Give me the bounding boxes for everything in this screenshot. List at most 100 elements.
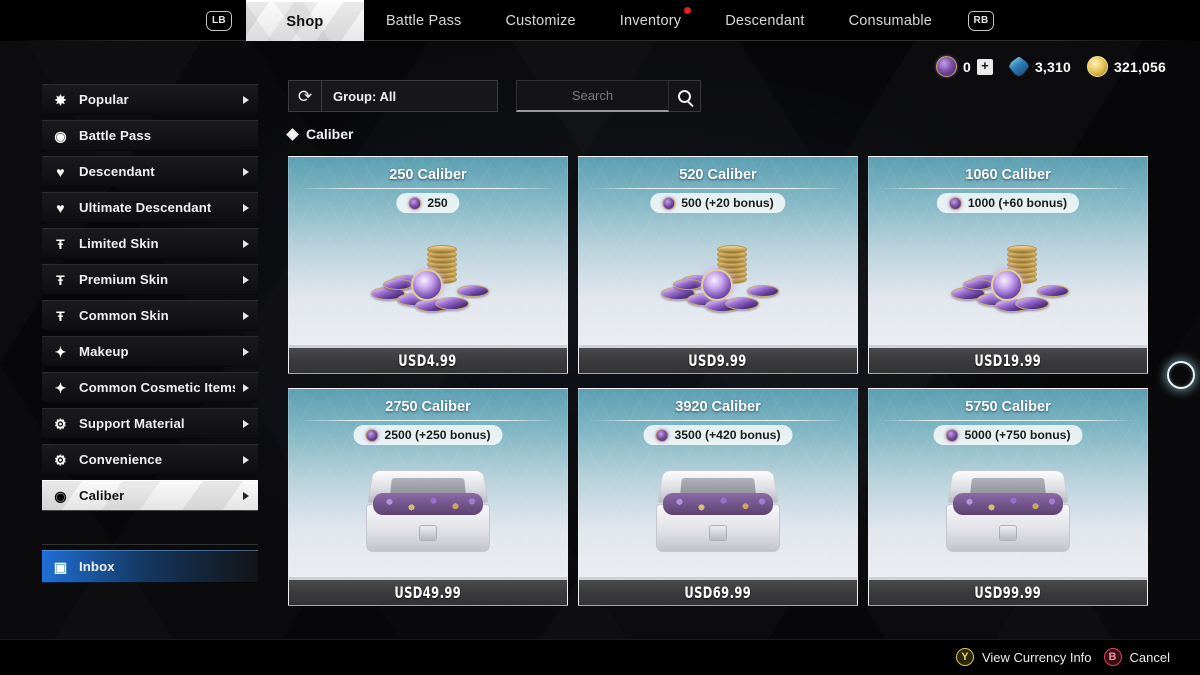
- section-title: Caliber: [306, 126, 354, 142]
- coin-pile-art: [643, 235, 793, 321]
- shirt-icon: Ŧ: [56, 307, 65, 324]
- sidebar-item-inbox[interactable]: ▣ Inbox: [42, 550, 258, 583]
- magic-wand-icon: ✦: [54, 379, 67, 396]
- product-title: 2750 Caliber: [385, 399, 471, 415]
- chevron-right-icon: [243, 491, 249, 500]
- add-currency-button[interactable]: +: [976, 58, 993, 75]
- product-amount-label: 5000 (+750 bonus): [964, 428, 1071, 442]
- shirt-icon: Ŧ: [56, 235, 65, 252]
- refresh-button[interactable]: ⟳: [288, 80, 322, 112]
- product-price-bar[interactable]: USD19.99: [869, 345, 1147, 373]
- product-price: USD4.99: [398, 351, 458, 370]
- chest-coin-fill-icon: [953, 493, 1063, 515]
- nav-tab-inventory[interactable]: Inventory: [598, 0, 703, 41]
- sidebar-item-label: Ultimate Descendant: [79, 200, 212, 215]
- product-price-bar[interactable]: USD99.99: [869, 577, 1147, 605]
- product-amount-label: 250: [427, 196, 448, 210]
- sidebar-item-convenience[interactable]: ⚙ Convenience: [42, 444, 258, 475]
- product-card[interactable]: 5750 Caliber 5000 (+750 bonus) USD99.99: [868, 388, 1148, 606]
- title-divider: [593, 420, 843, 421]
- sidebar-item-makeup[interactable]: ✦ Makeup: [42, 336, 258, 367]
- sidebar-item-popular[interactable]: ✸ Popular: [42, 84, 258, 115]
- sidebar-item-ultimate-descendant[interactable]: ♥ Ultimate Descendant: [42, 192, 258, 223]
- search-input[interactable]: Search: [516, 80, 669, 112]
- cursor-reticle-icon[interactable]: [1167, 361, 1195, 389]
- nav-tab-descendant[interactable]: Descendant: [703, 0, 826, 41]
- product-price-bar[interactable]: USD4.99: [289, 345, 567, 373]
- sidebar-item-label: Convenience: [79, 452, 163, 467]
- sidebar-item-premium-skin[interactable]: Ŧ Premium Skin: [42, 264, 258, 295]
- product-price: USD9.99: [688, 351, 748, 370]
- nav-tab-label: Battle Pass: [385, 12, 462, 29]
- product-amount-badge: 2500 (+250 bonus): [353, 425, 503, 445]
- title-divider: [883, 420, 1133, 421]
- treasure-chest-art: [366, 468, 490, 552]
- star-burst-icon: ✸: [54, 91, 67, 108]
- nav-tab-label: Inventory: [619, 12, 682, 29]
- product-amount-label: 500 (+20 bonus): [681, 196, 774, 210]
- product-card[interactable]: 250 Caliber 250 USD4.99: [288, 156, 568, 374]
- product-amount-label: 1000 (+60 bonus): [967, 196, 1068, 210]
- caliber-coin-icon: [963, 279, 993, 290]
- nav-tab-customize[interactable]: Customize: [483, 0, 597, 41]
- product-price-bar[interactable]: USD69.99: [579, 577, 857, 605]
- footer-hint-view-currency-info[interactable]: Y View Currency Info: [955, 648, 1092, 666]
- sidebar-item-common-skin[interactable]: Ŧ Common Skin: [42, 300, 258, 331]
- product-grid: 250 Caliber 250 USD4.99 520 Caliber 500 (+20…: [288, 156, 1148, 606]
- chest-lock-icon: [709, 525, 727, 541]
- nav-tab-label: Consumable: [848, 12, 933, 29]
- title-divider: [303, 420, 553, 421]
- caliber-coin-icon: [945, 428, 959, 442]
- footer-hint-cancel[interactable]: B Cancel: [1103, 648, 1170, 666]
- filter-controls: ⟳ Group: All Search: [288, 80, 701, 112]
- battlepass-emblem-icon: ◉: [54, 127, 67, 144]
- b-button-icon: B: [1103, 648, 1122, 666]
- right-bumper-label: RB: [973, 15, 989, 26]
- sidebar-item-common-cosmetic-items-atta[interactable]: ✦ Common Cosmetic Items/Atta: [42, 372, 258, 403]
- gold-coin-stack-icon: [427, 245, 457, 254]
- sidebar-item-descendant[interactable]: ♥ Descendant: [42, 156, 258, 187]
- product-card[interactable]: 520 Caliber 500 (+20 bonus) USD9.99: [578, 156, 858, 374]
- chest-lock-icon: [999, 525, 1017, 541]
- sidebar-item-label: Battle Pass: [79, 128, 152, 143]
- notification-dot-icon: [684, 7, 692, 14]
- currency-caliber-coin: 0 +: [935, 56, 993, 77]
- sidebar-item-battle-pass[interactable]: ◉ Battle Pass: [42, 120, 258, 151]
- currency-gold-coin: 321,056: [1086, 56, 1166, 77]
- sidebar-item-caliber[interactable]: ◉ Caliber: [42, 480, 258, 511]
- group-filter-dropdown[interactable]: Group: All: [322, 80, 498, 112]
- product-amount-badge: 500 (+20 bonus): [650, 193, 786, 213]
- nav-tab-shop[interactable]: Shop: [245, 0, 364, 41]
- nav-tab-consumable[interactable]: Consumable: [827, 0, 954, 41]
- sidebar-item-support-material[interactable]: ⚙ Support Material: [42, 408, 258, 439]
- product-artwork: [579, 451, 857, 569]
- chevron-right-icon: [243, 167, 249, 176]
- product-card[interactable]: 2750 Caliber 2500 (+250 bonus) USD49.99: [288, 388, 568, 606]
- nav-tab-battle-pass[interactable]: Battle Pass: [364, 0, 484, 41]
- currency-crystal: 3,310: [1008, 56, 1071, 77]
- product-artwork: [579, 219, 857, 337]
- product-price: USD99.99: [974, 583, 1042, 602]
- product-price-bar[interactable]: USD49.99: [289, 577, 567, 605]
- sidebar-item-limited-skin[interactable]: Ŧ Limited Skin: [42, 228, 258, 259]
- search-button[interactable]: [669, 80, 701, 112]
- caliber-coin-icon: [1037, 285, 1069, 297]
- chevron-right-icon: [243, 455, 249, 464]
- chevron-right-icon: [243, 383, 249, 392]
- right-bumper-icon[interactable]: RB: [968, 10, 995, 31]
- product-card[interactable]: 3920 Caliber 3500 (+420 bonus) USD69.99: [578, 388, 858, 606]
- diamond-bullet-icon: [286, 127, 299, 141]
- title-divider: [593, 188, 843, 189]
- title-divider: [883, 188, 1133, 189]
- sidebar-item-label: Popular: [79, 92, 129, 107]
- treasure-chest-art: [946, 468, 1070, 552]
- left-bumper-icon[interactable]: LB: [205, 10, 232, 31]
- product-title: 5750 Caliber: [965, 399, 1051, 415]
- caliber-emblem-icon: [701, 269, 733, 301]
- shop-screen: LB Shop Battle Pass Customize Inventory Desc…: [0, 0, 1200, 675]
- chest-body-icon: [366, 493, 490, 552]
- product-artwork: [289, 219, 567, 337]
- product-price-bar[interactable]: USD9.99: [579, 345, 857, 373]
- magic-wand-icon: ✦: [54, 343, 67, 360]
- product-card[interactable]: 1060 Caliber 1000 (+60 bonus) USD19.99: [868, 156, 1148, 374]
